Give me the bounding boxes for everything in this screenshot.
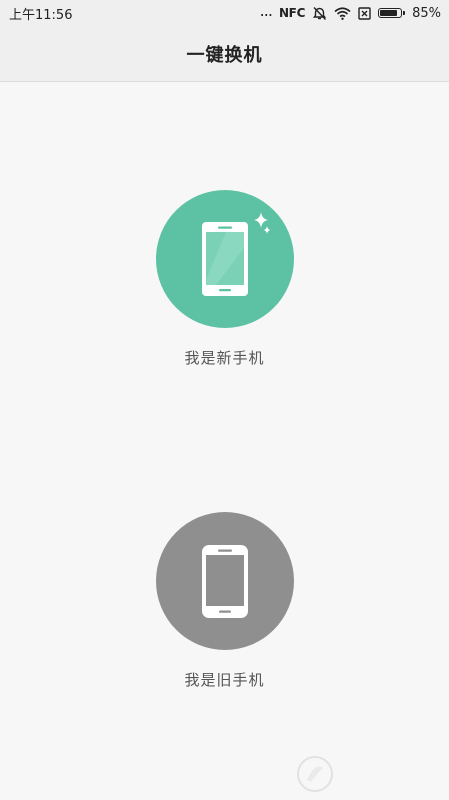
battery-percent: 85% (412, 5, 441, 21)
old-phone-button[interactable] (155, 512, 294, 650)
wifi-icon (334, 6, 351, 20)
watermark-logo (295, 752, 445, 796)
status-bar: 上午11:56 ... NFC 85% (0, 0, 449, 26)
notification-dots: ... (259, 1, 273, 20)
page-title: 一键换机 (186, 44, 263, 66)
nfc-indicator: NFC (278, 6, 306, 20)
title-bar: 一键换机 (0, 26, 449, 82)
old-phone-option[interactable]: 我是旧手机 (0, 512, 449, 690)
new-phone-button[interactable] (155, 190, 294, 328)
status-time: 上午11:56 (9, 7, 73, 23)
old-phone-icon (201, 545, 248, 618)
alarm-off-icon (312, 6, 327, 21)
new-phone-option[interactable]: 我是新手机 (0, 190, 449, 368)
battery-icon (378, 8, 406, 18)
old-phone-label[interactable]: 我是旧手机 (184, 669, 264, 690)
new-phone-icon (201, 212, 270, 296)
new-phone-label[interactable]: 我是新手机 (184, 347, 264, 368)
sim-x-icon (358, 6, 371, 20)
